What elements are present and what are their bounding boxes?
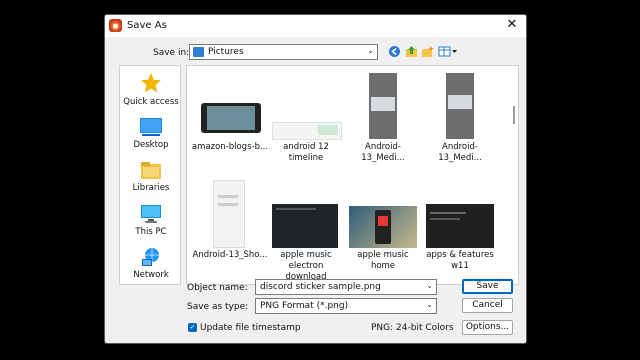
file-item[interactable]: Android-13_Medi... [421, 70, 499, 164]
chevron-down-icon: ⌄ [367, 46, 374, 55]
place-label: Quick access [123, 97, 179, 107]
file-thumbnail [272, 122, 342, 140]
place-desktop[interactable]: Desktop [120, 117, 182, 150]
options-button[interactable]: Options... [462, 320, 513, 335]
file-item[interactable]: apps & features w11 [421, 178, 499, 272]
close-icon[interactable]: ✕ [504, 17, 520, 33]
app-icon [109, 19, 122, 32]
save-as-type-label: Save as type: [187, 302, 249, 312]
file-thumbnail [349, 206, 417, 248]
file-name: Android-13_Medi... [361, 142, 405, 163]
file-item[interactable]: Android-13_Sho... [191, 178, 269, 261]
file-thumbnail [426, 204, 494, 248]
file-name: android 12 timeline [283, 142, 329, 163]
places-bar: Quick access Desktop Libraries This PC N… [119, 65, 181, 285]
file-thumbnail [201, 103, 261, 133]
dialog-title: Save As [127, 20, 167, 31]
save-in-value: Pictures [208, 47, 244, 57]
network-icon [142, 248, 159, 266]
file-thumbnail [272, 204, 338, 248]
desktop-icon [140, 118, 162, 136]
save-as-type-dropdown[interactable]: PNG Format (*.png) ⌄ [255, 298, 437, 314]
up-folder-icon[interactable] [405, 45, 418, 58]
star-icon [141, 73, 161, 93]
file-item[interactable]: Android-13_Medi... [344, 70, 422, 164]
place-network[interactable]: Network [120, 247, 182, 280]
file-name: apple music home [357, 250, 409, 271]
file-item[interactable]: apple music electron download [267, 178, 345, 283]
save-as-type-value: PNG Format (*.png) [260, 301, 349, 311]
place-label: Desktop [133, 140, 169, 150]
object-name-label: Object name: [187, 283, 248, 293]
file-thumbnail [213, 180, 245, 248]
file-item[interactable]: apple music home [344, 178, 422, 272]
png-info-text: PNG: 24-bit Colors [371, 323, 454, 333]
save-in-label: Save in: [153, 48, 190, 58]
save-button[interactable]: Save [462, 279, 513, 294]
object-name-input[interactable]: discord sticker sample.png ⌄ [255, 279, 437, 295]
file-list[interactable]: amazon-blogs-b... android 12 timeline An… [186, 65, 519, 285]
chevron-down-icon: ⌄ [426, 281, 433, 290]
place-this-pc[interactable]: This PC [120, 204, 182, 237]
object-name-value: discord sticker sample.png [260, 282, 381, 292]
chevron-down-icon: ⌄ [426, 300, 433, 309]
file-thumbnail [369, 73, 397, 139]
file-name: amazon-blogs-b... [191, 142, 269, 152]
place-quick-access[interactable]: Quick access [120, 72, 182, 107]
new-folder-icon[interactable] [421, 45, 434, 58]
place-label: This PC [135, 227, 167, 237]
save-in-dropdown[interactable]: Pictures ⌄ [189, 44, 378, 60]
place-label: Network [133, 270, 169, 280]
place-libraries[interactable]: Libraries [120, 160, 182, 193]
scrollbar-thumb[interactable] [513, 106, 515, 124]
place-label: Libraries [132, 183, 170, 193]
file-name: Android-13_Sho... [192, 250, 268, 260]
file-item[interactable]: android 12 timeline [267, 70, 345, 164]
file-item[interactable]: amazon-blogs-b... [191, 70, 269, 153]
pictures-folder-icon [193, 47, 204, 57]
timestamp-checkbox[interactable]: ✓ [188, 323, 197, 332]
view-menu-icon[interactable] [438, 45, 458, 58]
back-icon[interactable] [388, 45, 401, 58]
file-thumbnail [446, 73, 474, 139]
cancel-button[interactable]: Cancel [462, 298, 513, 313]
timestamp-label: Update file timestamp [200, 323, 301, 333]
libraries-icon [141, 162, 161, 179]
file-name: Android-13_Medi... [438, 142, 482, 163]
file-name: apps & features w11 [426, 250, 494, 271]
title-bar[interactable]: Save As ✕ [105, 15, 526, 37]
save-as-dialog: Save As ✕ Save in: Pictures ⌄ Quick acce… [104, 14, 527, 344]
computer-icon [141, 205, 161, 223]
